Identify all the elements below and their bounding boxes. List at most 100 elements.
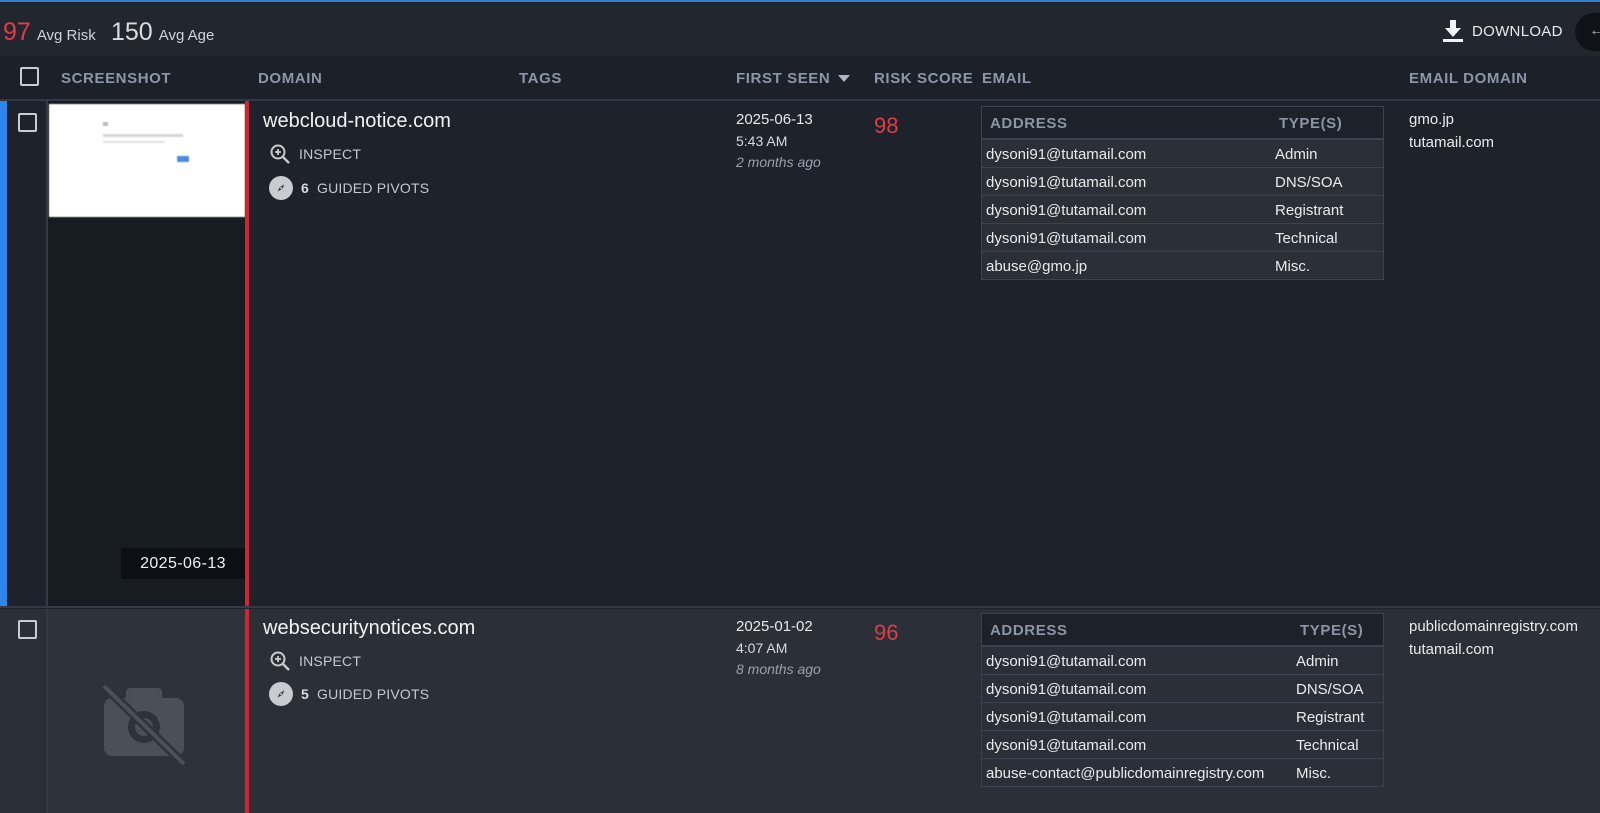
screenshot-date-badge: 2025-06-13	[121, 548, 245, 579]
select-all-checkbox[interactable]	[20, 67, 39, 86]
screenshot-thumbnail[interactable]	[49, 104, 245, 217]
email-domain[interactable]: publicdomainregistry.com	[1409, 615, 1578, 638]
pivots-count: 5	[301, 686, 309, 702]
camera-off-icon	[100, 682, 188, 768]
first-seen-ago: 2 months ago	[736, 154, 821, 170]
email-row[interactable]: dysoni91@tutamail.com DNS/SOA	[982, 167, 1383, 195]
table-row[interactable]: websecuritynotices.com INSPECT 5 GUIDED …	[0, 609, 1600, 813]
pill-icon: ←	[1589, 22, 1600, 39]
avg-age-stat: 150 Avg Age	[111, 18, 214, 47]
inspect-link[interactable]: INSPECT	[269, 650, 361, 672]
email-row[interactable]: dysoni91@tutamail.com Admin	[982, 646, 1383, 674]
risk-indicator-bar	[245, 101, 249, 606]
email-row[interactable]: dysoni91@tutamail.com DNS/SOA	[982, 674, 1383, 702]
first-seen-time: 4:07 AM	[736, 640, 788, 656]
email-row[interactable]: abuse-contact@publicdomainregistry.com M…	[982, 758, 1383, 786]
column-header-screenshot[interactable]: SCREENSHOT	[61, 70, 171, 87]
email-address: abuse@gmo.jp	[986, 258, 1088, 275]
email-address: dysoni91@tutamail.com	[986, 174, 1147, 191]
avg-risk-label: Avg Risk	[36, 27, 96, 44]
email-domain[interactable]: tutamail.com	[1409, 131, 1494, 154]
first-seen-date: 2025-01-02	[736, 618, 813, 635]
email-address: abuse-contact@publicdomainregistry.com	[986, 765, 1265, 782]
email-row[interactable]: abuse@gmo.jp Misc.	[982, 251, 1383, 279]
magnifier-plus-icon	[270, 651, 290, 671]
magnifier-plus-icon	[270, 144, 290, 164]
email-type: Misc.	[1296, 765, 1331, 782]
sort-caret-down-icon[interactable]	[838, 75, 850, 82]
email-address: dysoni91@tutamail.com	[986, 230, 1147, 247]
first-seen-time: 5:43 AM	[736, 133, 788, 149]
domain-name[interactable]: websecuritynotices.com	[263, 617, 475, 640]
email-row[interactable]: dysoni91@tutamail.com Registrant	[982, 195, 1383, 223]
types-header: TYPE(S)	[1300, 622, 1364, 639]
table-row[interactable]: 2025-06-13 webcloud-notice.com INSPECT 6…	[0, 101, 1600, 608]
column-header-email[interactable]: EMAIL	[982, 70, 1032, 87]
email-type: Registrant	[1296, 709, 1365, 726]
pivots-label: GUIDED PIVOTS	[317, 180, 430, 196]
compass-icon	[269, 176, 293, 200]
avg-age-value: 150	[111, 18, 153, 46]
pivots-count: 6	[301, 180, 309, 196]
address-header: ADDRESS	[990, 622, 1068, 639]
table-header: SCREENSHOT DOMAIN TAGS FIRST SEEN RISK S…	[0, 56, 1600, 101]
risk-score: 98	[874, 113, 899, 138]
email-type: Admin	[1275, 146, 1318, 163]
avg-risk-value: 97	[3, 18, 31, 46]
email-table-header: ADDRESS TYPE(S)	[982, 614, 1383, 646]
column-header-domain[interactable]: DOMAIN	[258, 70, 322, 87]
download-label: DOWNLOAD	[1472, 22, 1563, 40]
email-address: dysoni91@tutamail.com	[986, 737, 1147, 754]
inspect-label: INSPECT	[299, 146, 362, 162]
email-domain-list: publicdomainregistry.com tutamail.com	[1409, 615, 1578, 661]
email-table: ADDRESS TYPE(S) dysoni91@tutamail.com Ad…	[981, 106, 1384, 280]
first-seen-ago: 8 months ago	[736, 661, 821, 677]
compass-icon	[269, 682, 293, 706]
summary-bar: 97 Avg Risk 150 Avg Age DOWNLOAD ←	[0, 2, 1600, 56]
domain-name[interactable]: webcloud-notice.com	[263, 110, 451, 133]
guided-pivots-link[interactable]: 6 GUIDED PIVOTS	[269, 176, 429, 200]
risk-score: 96	[874, 620, 899, 645]
toolbar-pill-button[interactable]: ←	[1575, 13, 1600, 51]
avg-risk-stat: 97 Avg Risk	[3, 18, 96, 47]
download-icon	[1443, 20, 1463, 42]
email-address: dysoni91@tutamail.com	[986, 681, 1147, 698]
email-type: Misc.	[1275, 258, 1310, 275]
address-header: ADDRESS	[990, 115, 1068, 132]
first-seen-date: 2025-06-13	[736, 111, 813, 128]
column-header-risk-score[interactable]: RISK SCORE	[874, 70, 973, 87]
guided-pivots-link[interactable]: 5 GUIDED PIVOTS	[269, 682, 429, 706]
email-table: ADDRESS TYPE(S) dysoni91@tutamail.com Ad…	[981, 613, 1384, 787]
row-checkbox[interactable]	[18, 620, 37, 639]
column-header-first-seen[interactable]: FIRST SEEN	[736, 70, 830, 87]
column-header-email-domain[interactable]: EMAIL DOMAIN	[1409, 70, 1528, 87]
email-type: Technical	[1275, 230, 1338, 247]
email-address: dysoni91@tutamail.com	[986, 653, 1147, 670]
email-domain-list: gmo.jp tutamail.com	[1409, 108, 1494, 154]
email-type: Admin	[1296, 653, 1339, 670]
email-domain[interactable]: tutamail.com	[1409, 638, 1578, 661]
download-button[interactable]: DOWNLOAD	[1442, 19, 1563, 43]
email-address: dysoni91@tutamail.com	[986, 202, 1147, 219]
email-domain[interactable]: gmo.jp	[1409, 108, 1494, 131]
inspect-label: INSPECT	[299, 653, 362, 669]
row-checkbox[interactable]	[18, 113, 37, 132]
email-type: Technical	[1296, 737, 1359, 754]
email-type: DNS/SOA	[1275, 174, 1343, 191]
email-row[interactable]: dysoni91@tutamail.com Admin	[982, 139, 1383, 167]
email-address: dysoni91@tutamail.com	[986, 146, 1147, 163]
email-type: DNS/SOA	[1296, 681, 1364, 698]
pivots-label: GUIDED PIVOTS	[317, 686, 430, 702]
email-address: dysoni91@tutamail.com	[986, 709, 1147, 726]
row-selection-indicator	[0, 101, 7, 606]
email-table-header: ADDRESS TYPE(S)	[982, 107, 1383, 139]
inspect-link[interactable]: INSPECT	[269, 143, 361, 165]
email-type: Registrant	[1275, 202, 1344, 219]
avg-age-label: Avg Age	[158, 27, 215, 44]
email-row[interactable]: dysoni91@tutamail.com Technical	[982, 730, 1383, 758]
risk-indicator-bar	[245, 609, 249, 813]
column-header-tags[interactable]: TAGS	[519, 70, 562, 87]
types-header: TYPE(S)	[1279, 115, 1343, 132]
email-row[interactable]: dysoni91@tutamail.com Technical	[982, 223, 1383, 251]
email-row[interactable]: dysoni91@tutamail.com Registrant	[982, 702, 1383, 730]
